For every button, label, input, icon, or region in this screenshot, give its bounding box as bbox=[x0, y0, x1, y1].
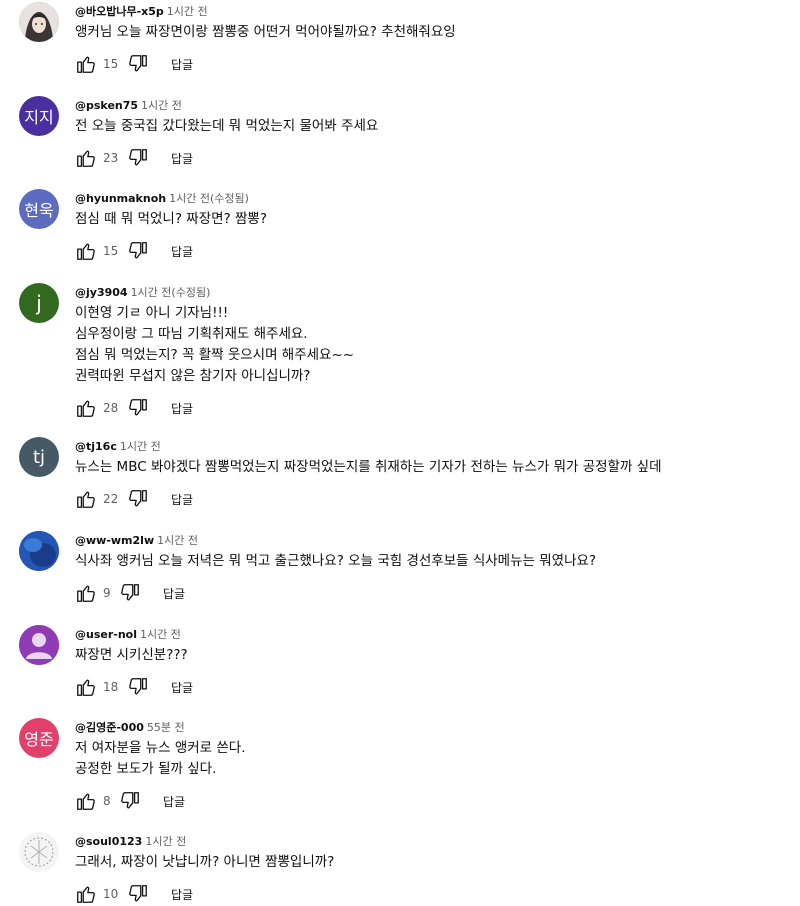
avatar-illustration-icon bbox=[19, 2, 59, 42]
avatar[interactable]: j bbox=[19, 283, 59, 323]
dislike-button[interactable] bbox=[127, 147, 149, 169]
author-name[interactable]: @hyunmaknoh bbox=[75, 192, 166, 205]
like-count: 9 bbox=[103, 586, 111, 600]
author-name[interactable]: @김영준-000 bbox=[75, 721, 144, 734]
timestamp[interactable]: 1시간 전 bbox=[157, 534, 198, 547]
avatar[interactable] bbox=[19, 2, 59, 42]
timestamp[interactable]: 1시간 전(수정됨) bbox=[169, 192, 249, 205]
author-name[interactable]: @tj16c bbox=[75, 440, 117, 453]
thumbs-up-icon bbox=[77, 150, 95, 167]
like-button[interactable] bbox=[75, 488, 97, 510]
default-user-icon bbox=[19, 625, 59, 665]
avatar[interactable] bbox=[19, 531, 59, 571]
avatar[interactable]: 현욱 bbox=[19, 189, 59, 229]
timestamp[interactable]: 1시간 전 bbox=[120, 440, 161, 453]
dislike-button[interactable] bbox=[127, 883, 149, 905]
timestamp[interactable]: 55분 전 bbox=[147, 721, 185, 734]
reply-button[interactable]: 답글 bbox=[171, 150, 193, 167]
like-button[interactable] bbox=[75, 790, 97, 812]
thumbs-up-icon bbox=[77, 56, 95, 73]
author-name[interactable]: @jy3904 bbox=[75, 286, 128, 299]
like-button[interactable] bbox=[75, 883, 97, 905]
thumbs-down-icon bbox=[129, 678, 147, 695]
thumbs-up-icon bbox=[77, 585, 95, 602]
avatar-photo-icon bbox=[19, 531, 59, 571]
like-button[interactable] bbox=[75, 147, 97, 169]
timestamp[interactable]: 1시간 전(수정됨) bbox=[131, 286, 211, 299]
like-count: 18 bbox=[103, 680, 119, 694]
like-count: 8 bbox=[103, 794, 111, 808]
avatar[interactable] bbox=[19, 832, 59, 872]
dislike-button[interactable] bbox=[127, 676, 149, 698]
like-button[interactable] bbox=[75, 240, 97, 262]
avatar[interactable]: tj bbox=[19, 437, 59, 477]
comment-text: 저 여자분을 뉴스 앵커로 쓴다. 공정한 보도가 될까 싶다. bbox=[75, 740, 246, 777]
reply-button[interactable]: 답글 bbox=[171, 400, 193, 417]
like-count: 22 bbox=[103, 492, 119, 506]
author-name[interactable]: @user-nol bbox=[75, 628, 137, 641]
thumbs-up-icon bbox=[77, 243, 95, 260]
dislike-button[interactable] bbox=[119, 790, 141, 812]
like-count: 28 bbox=[103, 401, 119, 415]
avatar[interactable]: 영준 bbox=[19, 718, 59, 758]
comment-text: 뉴스는 MBC 봐야겠다 짬뽕먹었는지 짜장먹었는지를 취재하는 기자가 전하는… bbox=[75, 459, 662, 475]
timestamp[interactable]: 1시간 전 bbox=[141, 99, 182, 112]
thumbs-down-icon bbox=[129, 885, 147, 902]
dislike-button[interactable] bbox=[127, 488, 149, 510]
dislike-button[interactable] bbox=[127, 397, 149, 419]
reply-button[interactable]: 답글 bbox=[171, 886, 193, 903]
thumbs-down-icon bbox=[121, 792, 139, 809]
thumbs-up-icon bbox=[77, 793, 95, 810]
reply-button[interactable]: 답글 bbox=[171, 56, 193, 73]
avatar-sketch-icon bbox=[19, 832, 59, 872]
thumbs-up-icon bbox=[77, 679, 95, 696]
dislike-button[interactable] bbox=[127, 240, 149, 262]
author-name[interactable]: @ww-wm2lw bbox=[75, 534, 154, 547]
timestamp[interactable]: 1시간 전 bbox=[167, 5, 208, 18]
reply-button[interactable]: 답글 bbox=[163, 585, 185, 602]
reply-button[interactable]: 답글 bbox=[171, 679, 193, 696]
dislike-button[interactable] bbox=[119, 582, 141, 604]
thumbs-down-icon bbox=[129, 399, 147, 416]
comment-text: 이현영 기ㄹ 아니 기자님!!! 심우정이랑 그 따님 기획취재도 해주세요. … bbox=[75, 305, 355, 384]
like-count: 23 bbox=[103, 151, 119, 165]
thumbs-up-icon bbox=[77, 886, 95, 903]
timestamp[interactable]: 1시간 전 bbox=[145, 835, 186, 848]
reply-button[interactable]: 답글 bbox=[171, 243, 193, 260]
comment-text: 식사좌 앵커님 오늘 저녁은 뭐 먹고 출근했나요? 오늘 국힘 경선후보들 식… bbox=[75, 553, 597, 569]
like-button[interactable] bbox=[75, 582, 97, 604]
author-name[interactable]: @psken75 bbox=[75, 99, 138, 112]
thumbs-down-icon bbox=[129, 55, 147, 72]
thumbs-down-icon bbox=[129, 242, 147, 259]
dislike-button[interactable] bbox=[127, 53, 149, 75]
reply-button[interactable]: 답글 bbox=[171, 491, 193, 508]
like-button[interactable] bbox=[75, 676, 97, 698]
thumbs-down-icon bbox=[129, 490, 147, 507]
thumbs-up-icon bbox=[77, 400, 95, 417]
thumbs-down-icon bbox=[121, 584, 139, 601]
author-name[interactable]: @바오밥나무-x5p bbox=[75, 5, 164, 18]
comment-text: 점심 때 뭐 먹었니? 짜장면? 짬뽕? bbox=[75, 211, 267, 227]
avatar[interactable]: 지지 bbox=[19, 96, 59, 136]
comment-text: 그래서, 짜장이 낫냡니까? 아니면 짬뽕입니까? bbox=[75, 854, 335, 870]
thumbs-up-icon bbox=[77, 491, 95, 508]
avatar[interactable] bbox=[19, 625, 59, 665]
like-button[interactable] bbox=[75, 397, 97, 419]
comment-text: 짜장면 시키신분??? bbox=[75, 647, 188, 663]
comment-text: 전 오늘 중국집 갔다왔는데 뭐 먹었는지 물어봐 주세요 bbox=[75, 118, 379, 134]
like-count: 15 bbox=[103, 57, 119, 71]
reply-button[interactable]: 답글 bbox=[163, 793, 185, 810]
like-count: 15 bbox=[103, 244, 119, 258]
timestamp[interactable]: 1시간 전 bbox=[140, 628, 181, 641]
comment-text: 앵커님 오늘 짜장면이랑 짬뽕중 어떤거 먹어야될까요? 추천해줘요잉 bbox=[75, 24, 456, 40]
like-count: 10 bbox=[103, 887, 119, 901]
thumbs-down-icon bbox=[129, 149, 147, 166]
author-name[interactable]: @soul0123 bbox=[75, 835, 142, 848]
like-button[interactable] bbox=[75, 53, 97, 75]
